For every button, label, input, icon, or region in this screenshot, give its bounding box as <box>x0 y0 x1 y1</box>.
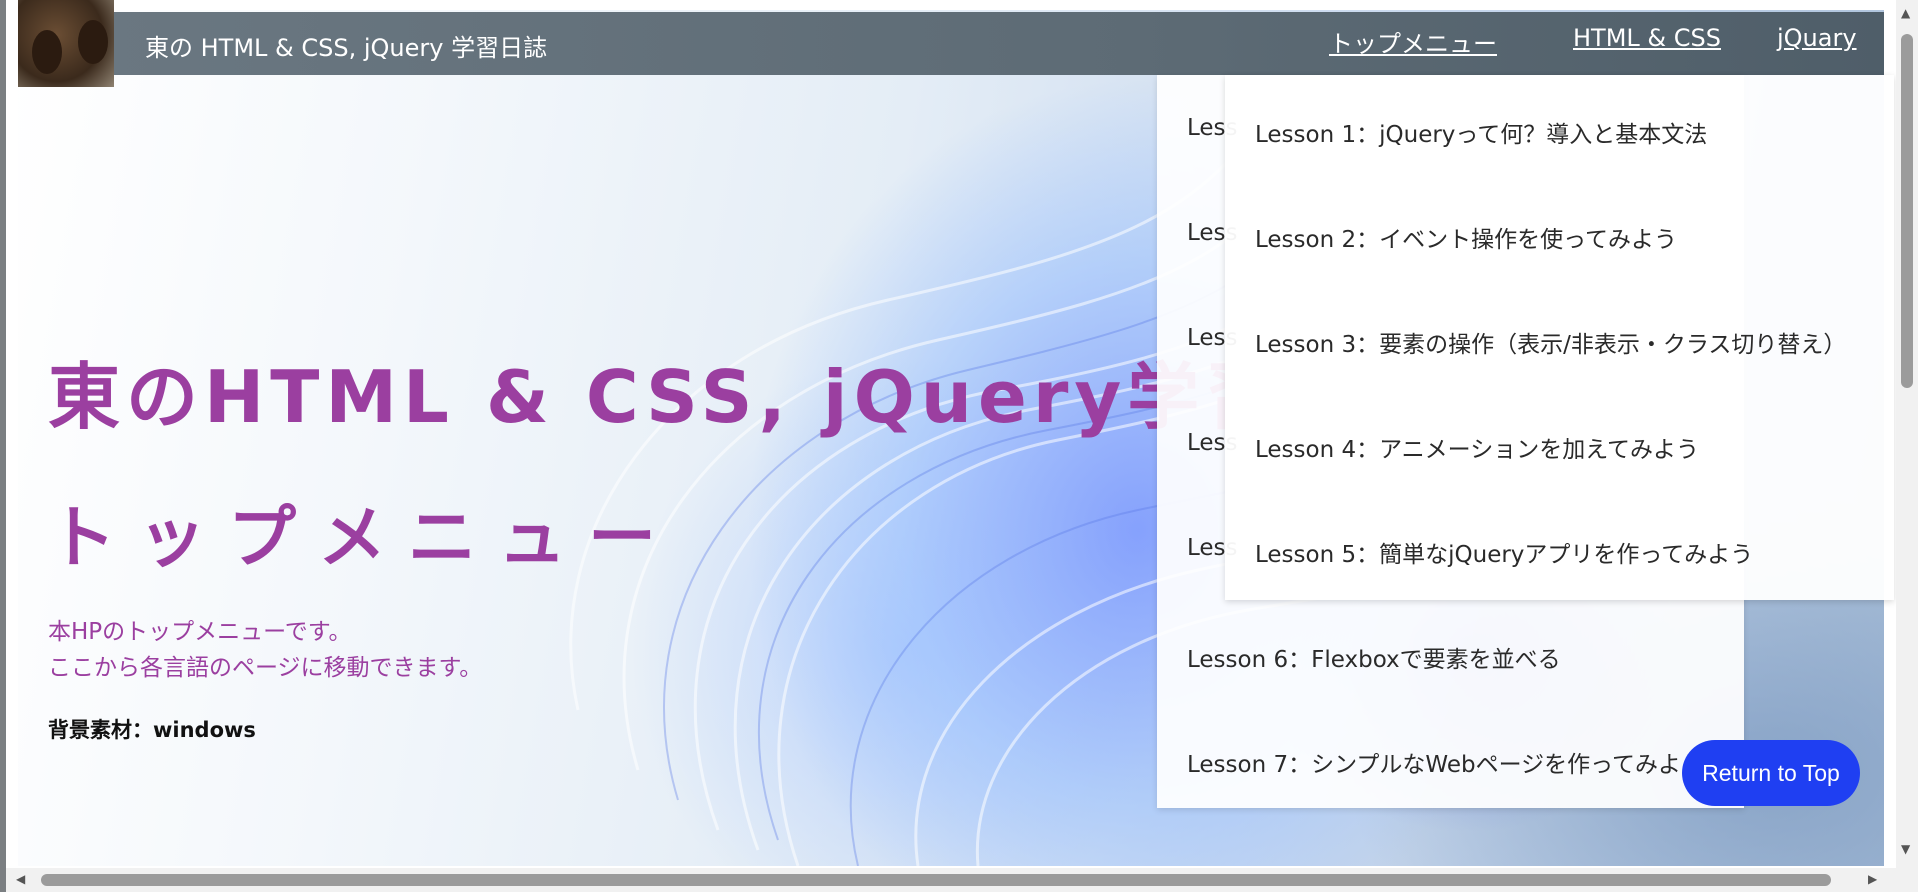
vertical-scroll-thumb[interactable] <box>1901 34 1913 388</box>
page-subheading: トップメニュー <box>48 499 679 578</box>
site-title[interactable]: 東の HTML & CSS, jQuery 学習日誌 <box>145 28 547 63</box>
description-line-2: ここから各言語のページに移動できます。 <box>48 655 483 681</box>
background-credit: 背景素材：windows <box>48 718 256 742</box>
horizontal-scrollbar[interactable]: ◀ ▶ <box>6 868 1896 892</box>
scroll-up-icon[interactable]: ▲ <box>1901 6 1910 20</box>
dropdown-item-htmlcss-6[interactable]: Lesson 6：Flexboxで要素を並べる <box>1187 640 1561 674</box>
dropdown-item-jquery-1[interactable]: Lesson 1：jQueryって何？導入と基本文法 <box>1255 115 1707 149</box>
nav-top-menu[interactable]: トップメニュー <box>1329 24 1497 59</box>
nav-html-css[interactable]: HTML & CSS <box>1573 24 1721 52</box>
avatar[interactable] <box>18 0 114 87</box>
return-to-top-button[interactable]: Return to Top <box>1682 740 1860 806</box>
dropdown-item-jquery-5[interactable]: Lesson 5：簡単なjQueryアプリを作ってみよう <box>1255 535 1753 569</box>
description-line-1: 本HPのトップメニューです。 <box>48 619 352 645</box>
page: 東のHTML & CSS, jQuery学習日誌 トップメニュー 本HPのトップ… <box>6 0 1896 892</box>
jquery-dropdown: Lesson 1：jQueryって何？導入と基本文法 Lesson 2：イベント… <box>1225 75 1894 600</box>
scroll-right-icon[interactable]: ▶ <box>1868 872 1877 886</box>
dropdown-item-jquery-3[interactable]: Lesson 3：要素の操作（表示/非表示・クラス切り替え） <box>1255 325 1846 359</box>
header-bar: 東の HTML & CSS, jQuery 学習日誌 トップメニュー HTML … <box>18 0 1884 87</box>
dropdown-item-jquery-4[interactable]: Lesson 4：アニメーションを加えてみよう <box>1255 430 1699 464</box>
horizontal-scroll-thumb[interactable] <box>41 874 1831 886</box>
scroll-down-icon[interactable]: ▼ <box>1901 842 1910 856</box>
dropdown-item-htmlcss-7[interactable]: Lesson 7：シンプルなWebページを作ってみよう <box>1187 745 1704 779</box>
dropdown-item-jquery-2[interactable]: Lesson 2：イベント操作を使ってみよう <box>1255 220 1677 254</box>
scroll-left-icon[interactable]: ◀ <box>16 872 25 886</box>
page-description: 本HPのトップメニューです。 ここから各言語のページに移動できます。 <box>48 614 482 686</box>
nav-jquery[interactable]: jQuary <box>1777 24 1857 52</box>
vertical-scrollbar[interactable]: ▲ ▼ <box>1896 0 1918 892</box>
